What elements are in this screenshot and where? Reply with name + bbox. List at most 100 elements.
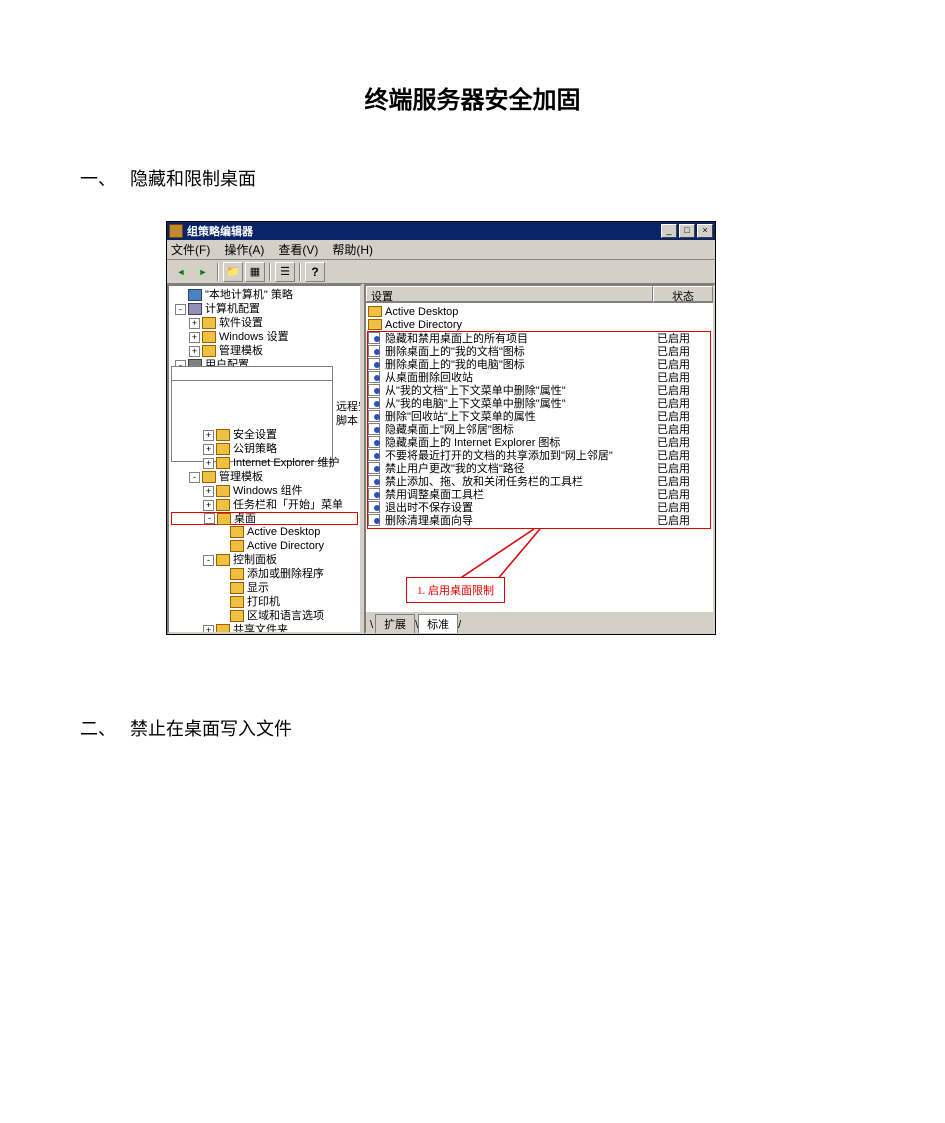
menu-file[interactable]: 文件(F) <box>171 241 210 258</box>
tree-label: 远程安装服务 <box>336 400 362 414</box>
setting-icon <box>368 501 382 512</box>
maximize-button[interactable]: □ <box>679 224 695 238</box>
tree-label: 显示 <box>247 581 269 595</box>
col-setting[interactable]: 设置 <box>366 286 653 302</box>
tree-expander[interactable]: + <box>203 444 214 455</box>
tree-label: 管理模板 <box>219 344 263 358</box>
tree-expander[interactable]: + <box>189 346 200 357</box>
folder-icon <box>230 540 244 552</box>
folder-icon <box>230 596 244 608</box>
tree-expander[interactable]: + <box>189 318 200 329</box>
tree-node[interactable]: + 管理模板 <box>171 344 358 358</box>
tab-strip: \扩展\标准/ <box>366 612 713 632</box>
gpedit-window: 组策略编辑器 _ □ × 文件(F) 操作(A) 查看(V) 帮助(H) "本地… <box>166 221 716 635</box>
tree-label: 管理模板 <box>219 470 263 484</box>
tree-label: "本地计算机" 策略 <box>205 288 293 302</box>
tree-node[interactable]: 脚本 (登录/注销) <box>171 414 358 428</box>
close-button[interactable]: × <box>697 224 713 238</box>
tree-expander[interactable]: - <box>203 555 214 566</box>
tree-node[interactable]: - 桌面 <box>171 512 358 525</box>
folder-icon <box>230 526 244 538</box>
minimize-button[interactable]: _ <box>661 224 677 238</box>
tree-label: Windows 设置 <box>219 330 289 344</box>
menu-view[interactable]: 查看(V) <box>278 241 318 258</box>
tree-expander[interactable]: - <box>204 513 215 524</box>
menu-help[interactable]: 帮助(H) <box>332 241 373 258</box>
back-button[interactable] <box>171 262 191 282</box>
up-button[interactable] <box>223 262 243 282</box>
tree-expander[interactable]: + <box>203 500 214 511</box>
tab-extended[interactable]: 扩展 <box>375 614 415 633</box>
setting-icon <box>368 358 382 369</box>
list-folder[interactable]: Active Desktop <box>368 305 711 318</box>
tree-node[interactable]: -计算机配置 <box>171 302 358 316</box>
setting-icon <box>368 345 382 356</box>
properties-button[interactable] <box>245 262 265 282</box>
setting-icon <box>368 462 382 473</box>
tree-node[interactable]: +软件设置 <box>171 316 358 330</box>
tree-node[interactable]: 区域和语言选项 <box>171 609 358 623</box>
tree-label: Windows 组件 <box>233 484 303 498</box>
folder-icon <box>216 554 230 566</box>
col-state[interactable]: 状态 <box>653 286 713 302</box>
setting-icon <box>368 332 382 343</box>
folder-icon <box>202 345 216 357</box>
tree-expander[interactable]: - <box>189 472 200 483</box>
tree-node[interactable]: + Windows 组件 <box>171 484 358 498</box>
doc-title: 终端服务器安全加固 <box>80 80 865 115</box>
list-pane[interactable]: 设置 状态 1. 启用桌面限制 Active DesktopActive Dir… <box>364 284 715 634</box>
tree-label: 打印机 <box>247 595 280 609</box>
toolbar-sep <box>217 263 219 281</box>
folder-icon <box>216 443 230 455</box>
folder-icon <box>216 624 230 634</box>
setting-icon <box>368 449 382 460</box>
tab-standard[interactable]: 标准 <box>418 614 458 633</box>
setting-icon <box>368 514 382 525</box>
help-button[interactable] <box>305 262 325 282</box>
tree-node[interactable]: Active Directory <box>171 539 358 553</box>
section-2-heading: 二、禁止在桌面写入文件 <box>80 715 865 741</box>
tree-expander[interactable]: + <box>203 486 214 497</box>
folder-icon <box>202 471 216 483</box>
tree-label: 区域和语言选项 <box>247 609 324 623</box>
tree-node[interactable]: 打印机 <box>171 595 358 609</box>
folder-icon <box>216 485 230 497</box>
tree-node[interactable]: -控制面板 <box>171 553 358 567</box>
highlight-box <box>367 331 711 529</box>
folder-icon <box>188 303 202 315</box>
tree-node[interactable]: 添加或删除程序 <box>171 567 358 581</box>
tree-expander[interactable]: + <box>203 458 214 469</box>
folder-icon <box>230 568 244 580</box>
tree-label: 桌面 <box>234 512 256 526</box>
setting-icon <box>368 384 382 395</box>
tree-label: Active Directory <box>247 539 324 553</box>
list-button[interactable] <box>275 262 295 282</box>
tree-node[interactable]: "本地计算机" 策略 <box>171 288 358 302</box>
titlebar[interactable]: 组策略编辑器 _ □ × <box>167 222 715 240</box>
menubar: 文件(F) 操作(A) 查看(V) 帮助(H) <box>167 240 715 260</box>
tree-node[interactable]: + 任务栏和「开始」菜单 <box>171 498 358 512</box>
folder-icon <box>202 317 216 329</box>
tree-expander[interactable]: - <box>175 304 186 315</box>
section-1-heading: 一、隐藏和限制桌面 <box>80 165 865 191</box>
tree-node[interactable]: Active Desktop <box>171 525 358 539</box>
folder-icon <box>368 319 382 330</box>
tree-label: 任务栏和「开始」菜单 <box>233 498 343 512</box>
tree-label: 公钥策略 <box>233 442 277 456</box>
setting-icon <box>368 397 382 408</box>
tree-expander[interactable]: + <box>203 625 214 635</box>
forward-button[interactable] <box>193 262 213 282</box>
tree-expander[interactable]: + <box>189 332 200 343</box>
tree-label: 共享文件夹 <box>233 623 288 634</box>
tree-node[interactable]: + 共享文件夹 <box>171 623 358 634</box>
item-name: Active Desktop <box>385 306 657 318</box>
tree-node[interactable]: + Windows 设置 <box>171 330 358 344</box>
folder-icon <box>216 499 230 511</box>
tree-expander[interactable]: + <box>203 430 214 441</box>
folder-icon <box>202 331 216 343</box>
tree-label: Active Desktop <box>247 525 320 539</box>
tree-node[interactable]: 显示 <box>171 581 358 595</box>
menu-action[interactable]: 操作(A) <box>224 241 264 258</box>
tree-pane[interactable]: "本地计算机" 策略-计算机配置+软件设置+Windows 设置+管理模板-用户… <box>167 284 362 634</box>
tree-node[interactable]: - 管理模板 <box>171 470 358 484</box>
